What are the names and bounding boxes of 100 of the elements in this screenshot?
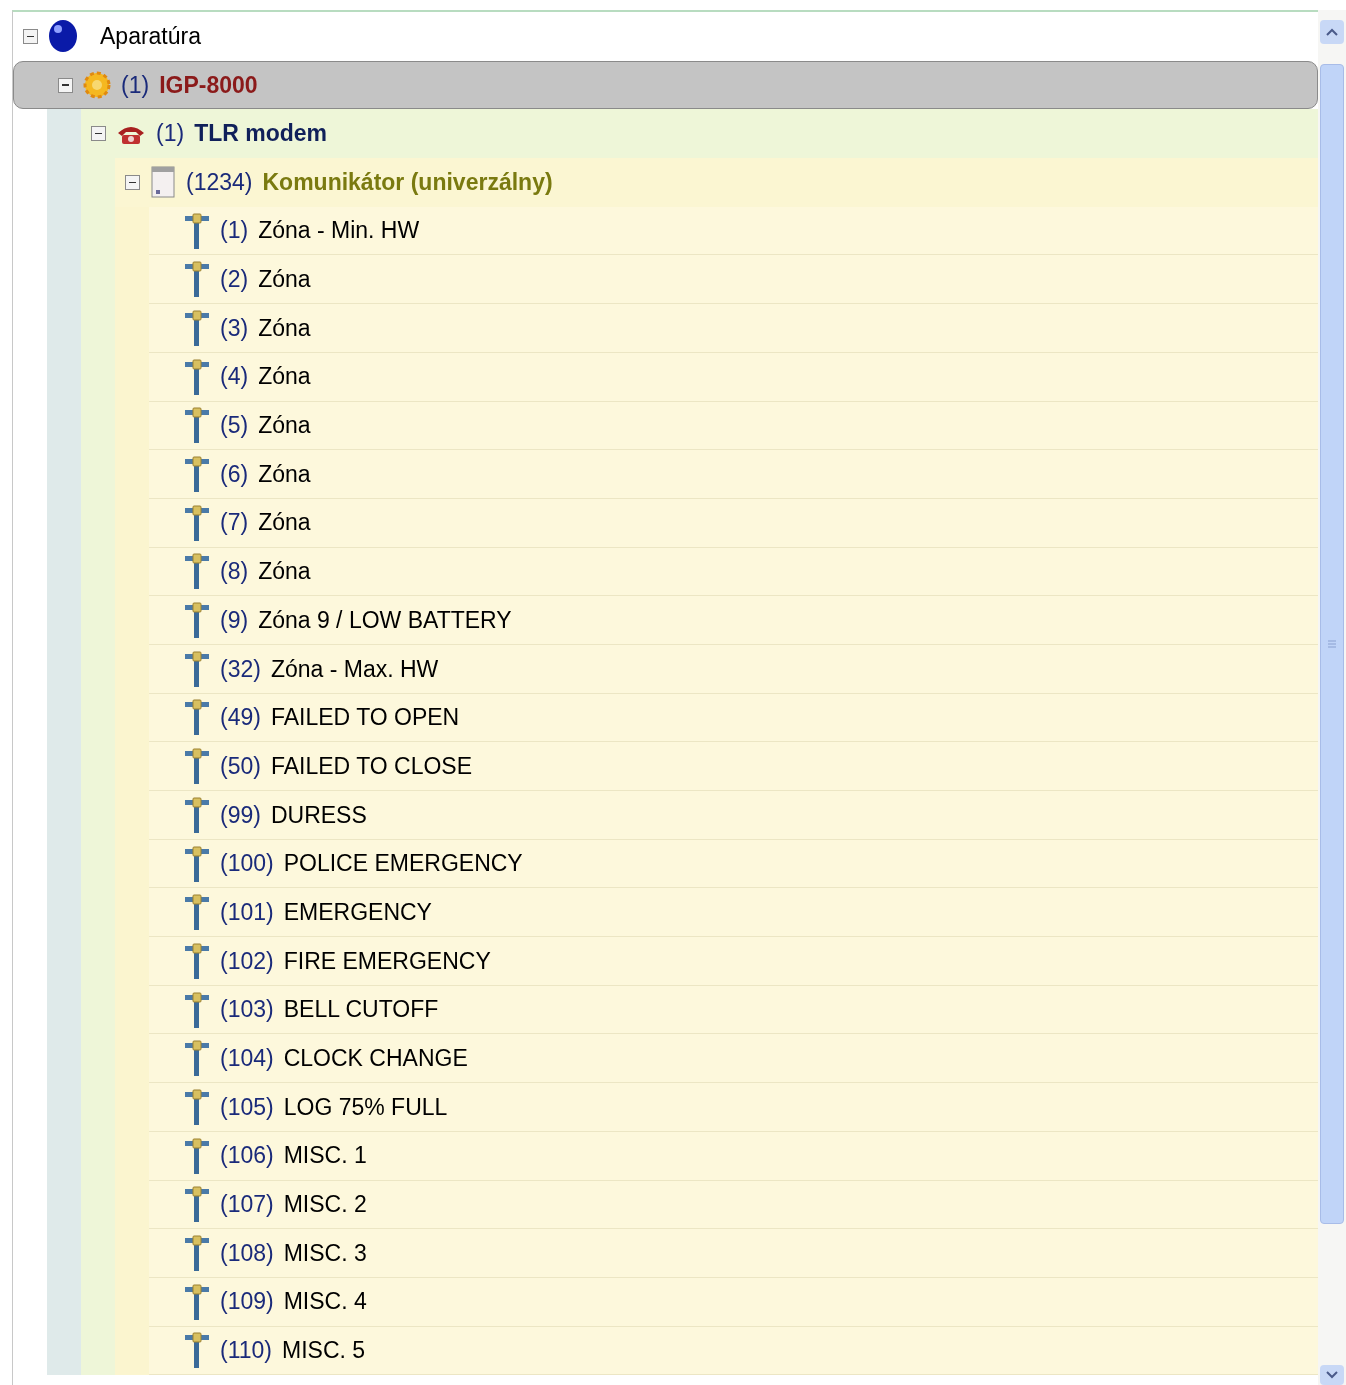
sensor-icon [184, 211, 210, 250]
sensor-icon [184, 1234, 210, 1273]
tree-row[interactable]: (101) EMERGENCY [149, 888, 1318, 938]
node-number: (101) [220, 897, 274, 927]
tree-row[interactable]: (32) Zóna - Max. HW [149, 644, 1318, 694]
sensor-icon [184, 260, 210, 299]
node-number: (7) [220, 508, 249, 538]
scrollbar[interactable] [1318, 10, 1346, 1385]
tree-row[interactable]: (9) Zóna 9 / LOW BATTERY [149, 596, 1318, 645]
node-number: (50) [220, 751, 261, 781]
gear-icon [83, 70, 111, 101]
tree-row[interactable]: (5) Zóna [149, 401, 1318, 451]
tree-row[interactable]: (100) POLICE EMERGENCY [149, 839, 1318, 889]
node-label: Zóna - Min. HW [258, 216, 420, 246]
node-label: MISC. 1 [283, 1141, 367, 1171]
node-label: MISC. 5 [282, 1336, 366, 1366]
caret-up-icon [1326, 28, 1338, 36]
scroll-up-button[interactable] [1320, 20, 1344, 44]
node-number: (1) [121, 70, 150, 100]
sensor-icon [184, 1185, 210, 1224]
node-label: MISC. 4 [283, 1287, 367, 1317]
node-number: (108) [220, 1238, 274, 1268]
node-number: (109) [220, 1287, 274, 1317]
tree-row[interactable]: (1) TLR modem [81, 109, 1318, 159]
sensor-icon [184, 844, 210, 883]
sensor-icon [184, 1087, 210, 1126]
tree-row[interactable]: (49) FAILED TO OPEN [149, 693, 1318, 743]
node-label: Zóna [258, 557, 311, 587]
node-label: Zóna - Max. HW [270, 654, 439, 684]
tree-row[interactable]: (102) FIRE EMERGENCY [149, 937, 1318, 986]
node-number: (1) [156, 119, 185, 149]
scroll-thumb[interactable] [1320, 64, 1344, 1224]
tree-row[interactable]: (108) MISC. 3 [149, 1229, 1318, 1278]
tree-row[interactable]: (103) BELL CUTOFF [149, 985, 1318, 1035]
node-number: (1234) [186, 168, 253, 198]
tree-row[interactable]: (2) Zóna [149, 255, 1318, 305]
sensor-icon [184, 1136, 210, 1175]
tree-row[interactable]: (104) CLOCK CHANGE [149, 1034, 1318, 1084]
collapse-toggle[interactable] [23, 28, 38, 44]
node-number: (107) [220, 1190, 274, 1220]
sensor-icon [184, 941, 210, 980]
node-number: (32) [220, 654, 261, 684]
node-number: (99) [220, 800, 261, 830]
node-label: MISC. 2 [283, 1190, 367, 1220]
node-number: (49) [220, 703, 261, 733]
sensor-icon [184, 795, 210, 834]
tree-row[interactable]: (109) MISC. 4 [149, 1277, 1318, 1327]
collapse-toggle[interactable] [58, 77, 73, 93]
node-number: (4) [220, 362, 249, 392]
node-label: Zóna [258, 411, 311, 441]
sensor-icon [184, 1282, 210, 1321]
sensor-icon [184, 503, 210, 542]
node-label: Zóna 9 / LOW BATTERY [258, 605, 512, 635]
tree-row[interactable]: (8) Zóna [149, 547, 1318, 597]
tree-row[interactable]: (105) LOG 75% FULL [149, 1083, 1318, 1132]
sensor-icon [184, 357, 210, 396]
node-number: (105) [220, 1092, 274, 1122]
node-label: Komunikátor (univerzálny) [262, 168, 553, 198]
sensor-icon [184, 552, 210, 591]
tree-row[interactable]: (3) Zóna [149, 304, 1318, 353]
node-label: FIRE EMERGENCY [283, 946, 491, 976]
sensor-icon [184, 601, 210, 640]
node-number: (6) [220, 459, 249, 489]
sensor-icon [184, 893, 210, 932]
node-number: (102) [220, 946, 274, 976]
tree-row[interactable]: (6) Zóna [149, 450, 1318, 499]
collapse-toggle[interactable] [91, 126, 106, 142]
node-number: (106) [220, 1141, 274, 1171]
node-label: Aparatúra [100, 22, 201, 52]
device-icon [150, 166, 176, 199]
tree-row[interactable]: (1) IGP-8000 [13, 60, 1318, 110]
tree-row[interactable]: (50) FAILED TO CLOSE [149, 742, 1318, 791]
scroll-down-button[interactable] [1320, 1365, 1344, 1385]
tree-row[interactable]: (7) Zóna [149, 498, 1318, 548]
sensor-icon [184, 308, 210, 347]
tree-row[interactable]: (4) Zóna [149, 352, 1318, 402]
sphere-icon [48, 19, 78, 54]
sensor-icon [184, 1039, 210, 1078]
tree-row[interactable]: (107) MISC. 2 [149, 1180, 1318, 1230]
node-number: (104) [220, 1044, 274, 1074]
tree-row[interactable]: (1) Zóna - Min. HW [149, 206, 1318, 256]
tree-row[interactable]: (1234) Komunikátor (univerzálny) [115, 158, 1318, 207]
collapse-toggle[interactable] [125, 174, 140, 190]
tree-row[interactable]: (99) DURESS [149, 791, 1318, 840]
node-number: (5) [220, 411, 249, 441]
node-label: FAILED TO CLOSE [270, 751, 473, 781]
node-label: IGP-8000 [159, 70, 258, 100]
tree-row[interactable]: (106) MISC. 1 [149, 1131, 1318, 1181]
sensor-icon [184, 990, 210, 1029]
node-label: TLR modem [194, 119, 327, 149]
node-label: BELL CUTOFF [283, 995, 439, 1025]
node-label: EMERGENCY [283, 897, 432, 927]
node-number: (1) [220, 216, 249, 246]
node-label: POLICE EMERGENCY [283, 849, 523, 879]
node-label: FAILED TO OPEN [270, 703, 460, 733]
caret-down-icon [1326, 1371, 1338, 1379]
tree-row[interactable]: (110) MISC. 5 [149, 1326, 1318, 1376]
node-label: CLOCK CHANGE [283, 1044, 468, 1074]
node-number: (110) [220, 1336, 272, 1366]
sensor-icon [184, 406, 210, 445]
